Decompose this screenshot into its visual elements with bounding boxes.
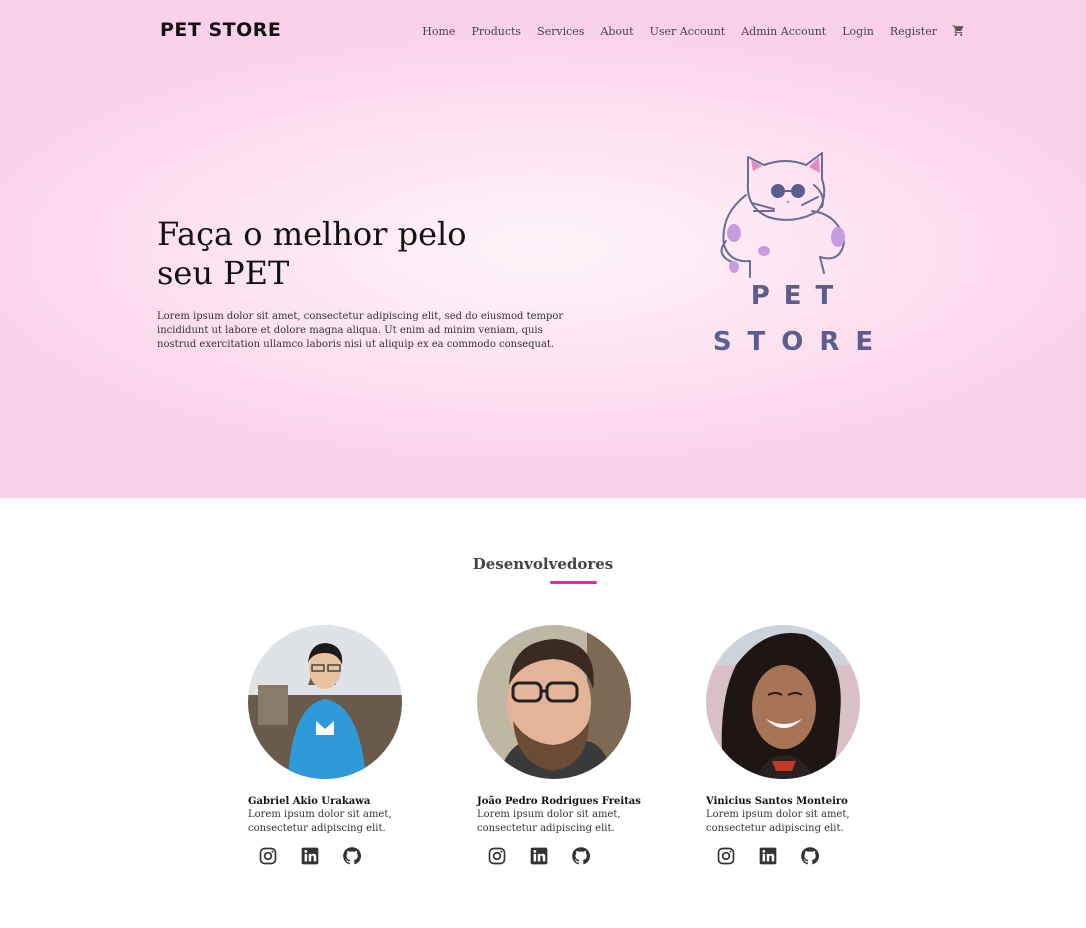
developer-name: João Pedro Rodrigues Freitas — [477, 796, 641, 807]
instagram-icon[interactable] — [487, 846, 507, 866]
instagram-icon[interactable] — [716, 846, 736, 866]
developer-bio: Lorem ipsum dolor sit amet, consectetur … — [248, 809, 392, 834]
developer-socials — [477, 846, 697, 866]
linkedin-icon[interactable] — [758, 846, 778, 866]
developer-photo — [248, 625, 402, 779]
developer-bio: Lorem ipsum dolor sit amet, consectetur … — [706, 809, 850, 834]
developer-bio: Lorem ipsum dolor sit amet, consectetur … — [477, 809, 621, 834]
developer-name: Gabriel Akio Urakawa — [248, 796, 371, 807]
nav-products[interactable]: Products — [471, 25, 521, 38]
hero-section: PET STORE Home Products Services About U… — [0, 0, 1086, 498]
developer-photo — [477, 625, 631, 779]
linkedin-icon[interactable] — [529, 846, 549, 866]
illustration-text-store: STORE — [712, 327, 890, 357]
hero-headline-line2: seu PET — [157, 254, 290, 292]
developer-socials — [706, 846, 926, 866]
nav-home[interactable]: Home — [422, 25, 455, 38]
cat-illustration: PET STORE — [690, 145, 880, 375]
main-nav: Home Products Services About User Accoun… — [406, 24, 966, 38]
instagram-icon[interactable] — [258, 846, 278, 866]
developer-name: Vinicius Santos Monteiro — [706, 796, 848, 807]
title-underline — [550, 581, 597, 584]
developer-socials — [248, 846, 468, 866]
developer-photo — [706, 625, 860, 779]
cat-drawing — [720, 152, 845, 278]
hero-intro: Lorem ipsum dolor sit amet, consectetur … — [157, 311, 564, 350]
nav-admin-account[interactable]: Admin Account — [741, 25, 826, 38]
github-icon[interactable] — [342, 846, 362, 866]
hero-headline-line1: Faça o melhor pelo — [157, 215, 467, 253]
cart-icon[interactable] — [952, 24, 966, 38]
illustration-text-pet: PET — [750, 281, 848, 311]
developer-card: Vinicius Santos Monteiro Lorem ipsum dol… — [706, 625, 926, 866]
nav-register[interactable]: Register — [890, 25, 937, 38]
hero-headline: Faça o melhor pelo seu PET — [157, 215, 517, 293]
developer-card: Gabriel Akio Urakawa Lorem ipsum dolor s… — [248, 625, 468, 866]
nav-login[interactable]: Login — [842, 25, 874, 38]
developer-card: João Pedro Rodrigues Freitas Lorem ipsum… — [477, 625, 697, 866]
github-icon[interactable] — [571, 846, 591, 866]
nav-user-account[interactable]: User Account — [650, 25, 726, 38]
github-icon[interactable] — [800, 846, 820, 866]
linkedin-icon[interactable] — [300, 846, 320, 866]
nav-services[interactable]: Services — [537, 25, 584, 38]
nav-about[interactable]: About — [600, 25, 633, 38]
site-logo[interactable]: PET STORE — [160, 19, 281, 41]
developers-title: Desenvolvedores — [472, 555, 614, 573]
